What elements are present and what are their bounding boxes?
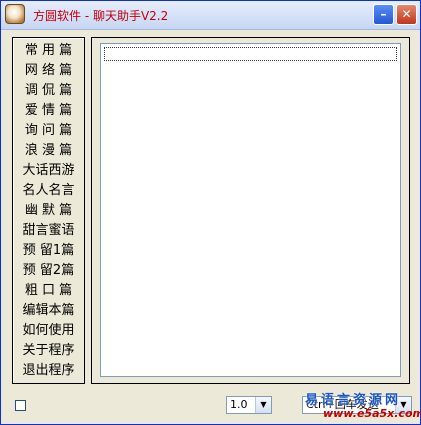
window-title: 方圆软件 - 聊天助手V2.2 — [33, 9, 169, 23]
speed-select[interactable]: 1.0 ▼ — [226, 396, 272, 414]
sidebar-item-love[interactable]: 爱 情 篇 — [13, 101, 84, 121]
app-window: 方圆软件 - 聊天助手V2.2 – ✕ 常 用 篇 网 络 篇 调 侃 篇 爱 … — [0, 0, 421, 425]
category-sidebar: 常 用 篇 网 络 篇 调 侃 篇 爱 情 篇 询 问 篇 浪 漫 篇 大话西游… — [12, 37, 85, 384]
app-logo-icon — [5, 4, 25, 24]
sidebar-item-rude[interactable]: 粗 口 篇 — [13, 281, 84, 301]
option-checkbox[interactable] — [15, 400, 26, 411]
minimize-button[interactable]: – — [373, 4, 394, 25]
speed-select-value: 1.0 — [230, 398, 248, 411]
sidebar-item-reserved-1[interactable]: 预 留1篇 — [13, 241, 84, 261]
sidebar-item-edit[interactable]: 编辑本篇 — [13, 301, 84, 321]
content-frame — [91, 37, 410, 384]
sidebar-item-romance[interactable]: 浪 漫 篇 — [13, 141, 84, 161]
sidebar-item-quotes[interactable]: 名人名言 — [13, 181, 84, 201]
sidebar-item-journey[interactable]: 大话西游 — [13, 161, 84, 181]
chevron-down-icon[interactable]: ▼ — [255, 397, 271, 413]
sidebar-item-sweet[interactable]: 甜言蜜语 — [13, 221, 84, 241]
close-button[interactable]: ✕ — [396, 4, 417, 25]
sidebar-item-humor[interactable]: 幽 默 篇 — [13, 201, 84, 221]
send-mode-select-value: Ctrl+回车发送 — [306, 398, 379, 411]
phrase-edit-field[interactable] — [104, 47, 397, 61]
chevron-down-icon[interactable]: ▼ — [395, 397, 411, 413]
title-bar[interactable]: 方圆软件 - 聊天助手V2.2 – ✕ — [1, 1, 420, 30]
sidebar-item-reserved-2[interactable]: 预 留2篇 — [13, 261, 84, 281]
phrase-list[interactable] — [100, 43, 401, 377]
sidebar-item-network[interactable]: 网 络 篇 — [13, 61, 84, 81]
sidebar-item-help[interactable]: 如何使用 — [13, 321, 84, 341]
sidebar-item-tease[interactable]: 调 侃 篇 — [13, 81, 84, 101]
send-mode-select[interactable]: Ctrl+回车发送 ▼ — [302, 396, 412, 414]
sidebar-item-inquiry[interactable]: 询 问 篇 — [13, 121, 84, 141]
sidebar-item-common[interactable]: 常 用 篇 — [13, 41, 84, 61]
sidebar-item-exit[interactable]: 退出程序 — [13, 361, 84, 381]
sidebar-item-about[interactable]: 关于程序 — [13, 341, 84, 361]
